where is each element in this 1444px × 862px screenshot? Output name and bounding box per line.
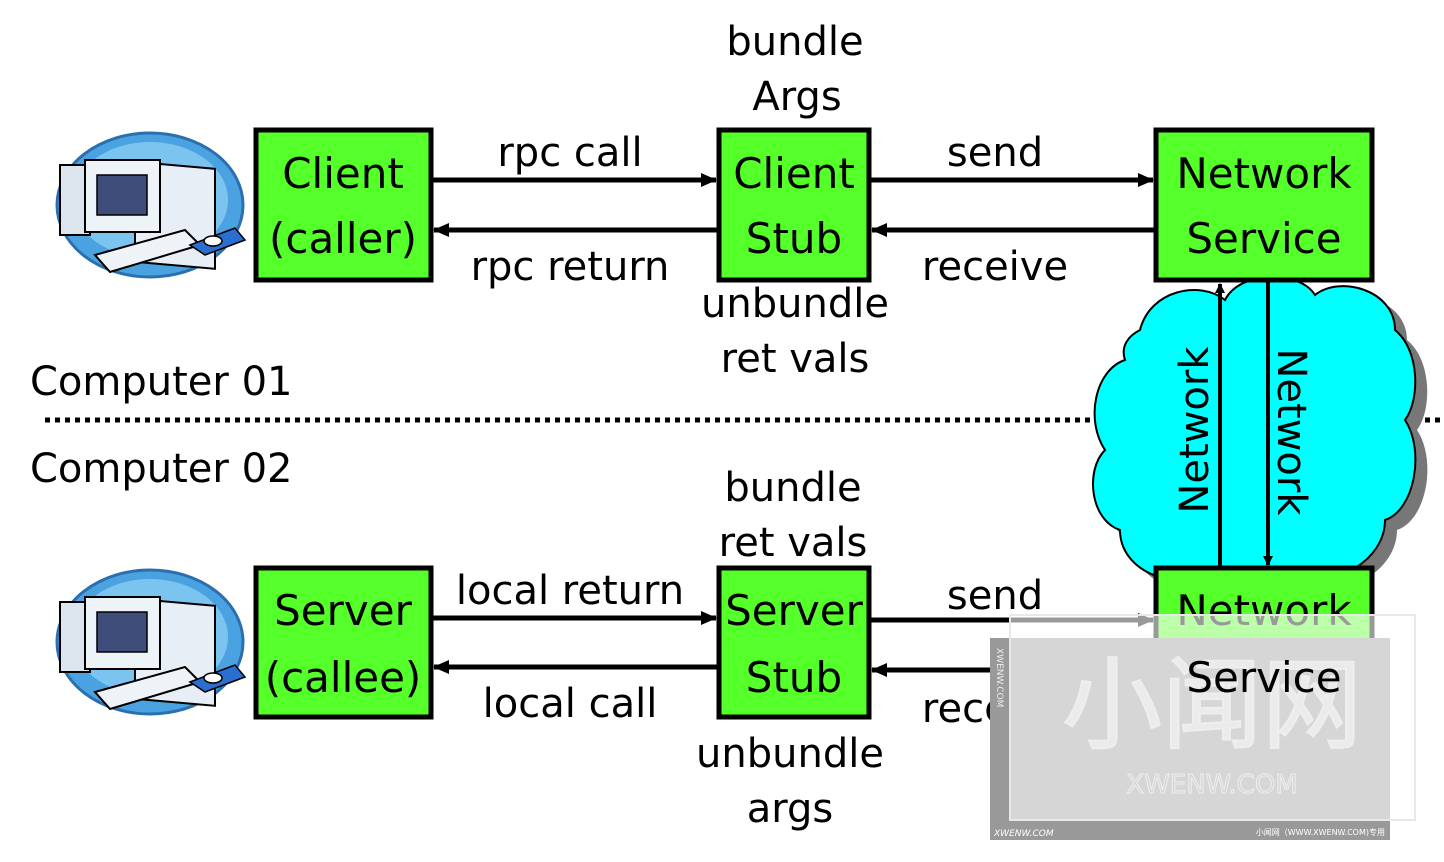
client-stub-line1: Client	[733, 149, 855, 198]
bundle-label-top: bundle	[726, 19, 863, 65]
unbundle-label-top: unbundle	[701, 281, 889, 327]
rpc-call-label: rpc call	[497, 130, 642, 176]
network-cloud	[1092, 275, 1428, 604]
send-label-bottom: send	[947, 573, 1043, 619]
computer-01-label: Computer 01	[30, 359, 292, 405]
args-label-bottom: args	[747, 786, 833, 832]
server-stub-line1: Server	[725, 586, 863, 635]
receive-label-top: receive	[922, 244, 1068, 290]
network-service-bottom-line2: Service	[1186, 653, 1341, 702]
client-stub-line2: Stub	[746, 214, 842, 263]
rpc-return-label: rpc return	[471, 244, 670, 290]
computer-02-icon	[55, 568, 247, 716]
server-box-line1: Server	[274, 586, 412, 635]
network-service-top-line2: Service	[1186, 214, 1341, 263]
network-up-label: Network	[1172, 346, 1218, 514]
local-call-label: local call	[483, 681, 658, 727]
watermark-footer-right: 小闻网（WWW.XWENW.COM)专用	[1256, 827, 1385, 837]
client-box-line1: Client	[282, 149, 404, 198]
computer-02-label: Computer 02	[30, 446, 292, 492]
send-label-top: send	[947, 130, 1043, 176]
network-service-top-line1: Network	[1176, 149, 1352, 198]
server-stub-line2: Stub	[746, 653, 842, 702]
watermark-footer-left: XWENW.COM	[993, 829, 1054, 839]
args-label-top: Args	[752, 74, 841, 120]
ret-vals-label-bottom: ret vals	[719, 520, 868, 566]
ret-vals-label-top: ret vals	[721, 336, 870, 382]
local-return-label: local return	[456, 568, 684, 614]
bundle-label-bottom: bundle	[724, 465, 861, 511]
server-box-line2: (callee)	[265, 653, 422, 702]
network-down-label: Network	[1268, 348, 1314, 516]
client-box-line2: (caller)	[269, 214, 417, 263]
watermark-side: XWENW.COM	[994, 648, 1004, 707]
rpc-diagram: Client (caller) Client Stub Network Serv…	[30, 19, 1444, 840]
watermark-logo: 小闻网 XWENW.COM XWENW.COM XWENW.COM 小闻网（WW…	[990, 614, 1416, 840]
watermark-site: XWENW.COM	[1126, 770, 1297, 800]
computer-01-icon	[55, 131, 247, 279]
unbundle-label-bottom: unbundle	[696, 731, 884, 777]
